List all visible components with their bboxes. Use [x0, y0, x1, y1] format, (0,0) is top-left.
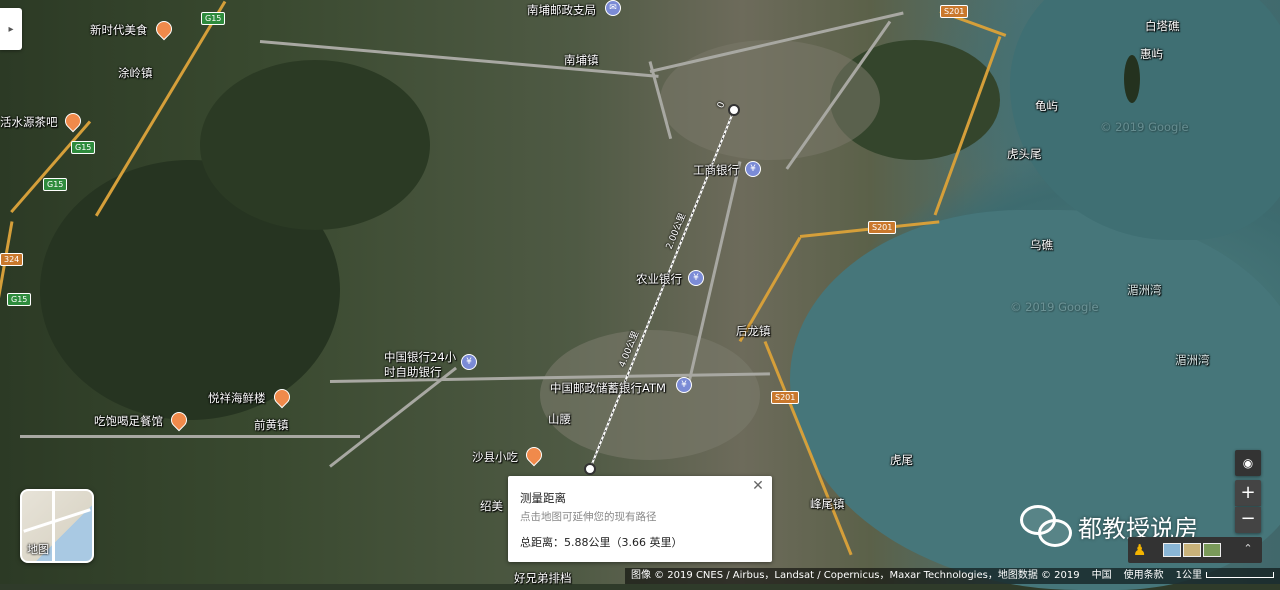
chevron-right-icon: ▸: [8, 23, 14, 35]
region-link[interactable]: 中国: [1085, 568, 1118, 584]
place-label[interactable]: 沙县小吃: [472, 449, 518, 465]
layer-label: 地图: [27, 543, 49, 556]
imagery-credit: 图像 © 2019 CNES / Airbus，Landsat / Copern…: [624, 568, 1086, 584]
place-label[interactable]: 湄洲湾: [1175, 352, 1210, 368]
scale-label: 1公里: [1175, 570, 1202, 581]
place-label[interactable]: 活水源茶吧: [0, 114, 58, 130]
total-distance: 总距离：5.88公里（3.66 英里）: [520, 536, 683, 549]
measure-end-point: [584, 463, 596, 475]
place-label[interactable]: 前黄镇: [254, 417, 289, 433]
place-label[interactable]: 惠屿: [1140, 46, 1163, 62]
place-label[interactable]: 南埔镇: [564, 52, 599, 68]
close-icon[interactable]: ✕: [750, 478, 766, 494]
place-label[interactable]: 农业银行: [636, 271, 682, 287]
place-label[interactable]: 龟屿: [1035, 98, 1058, 114]
place-label[interactable]: 乌礁: [1030, 237, 1053, 253]
highway-shield: S201: [940, 5, 969, 18]
scale-bar: [1206, 572, 1274, 578]
highway-shield: G15: [201, 12, 226, 25]
google-watermark: © 2019 Google: [1010, 300, 1099, 314]
place-label[interactable]: 湄洲湾: [1127, 282, 1162, 298]
google-watermark: © 2019 Google: [1100, 120, 1189, 134]
photo-thumbnail[interactable]: [1163, 543, 1181, 557]
pegman-icon[interactable]: ♟: [1133, 541, 1149, 559]
terms-link[interactable]: 使用条款: [1117, 568, 1170, 584]
highway-shield: G15: [43, 178, 68, 191]
place-label[interactable]: 涂岭镇: [118, 65, 153, 81]
scale-indicator[interactable]: 1公里: [1169, 568, 1280, 584]
place-label[interactable]: 虎尾: [890, 452, 913, 468]
highway-shield: S201: [771, 391, 800, 404]
bank-pin-icon[interactable]: ¥: [688, 270, 704, 286]
place-label[interactable]: 新时代美食: [90, 22, 148, 38]
photo-thumbnail[interactable]: [1203, 543, 1221, 557]
sidebar-toggle-button[interactable]: ▸: [0, 8, 22, 50]
bank-pin-icon[interactable]: ¥: [676, 377, 692, 393]
highway-shield: 324: [0, 253, 24, 266]
my-location-icon[interactable]: ◉: [1235, 450, 1261, 476]
highway-shield: S201: [868, 221, 897, 234]
place-label[interactable]: 虎头尾: [1007, 146, 1042, 162]
measure-start-point: [728, 104, 740, 116]
place-label[interactable]: 工商银行: [693, 162, 739, 178]
thumbnail-road: [23, 508, 91, 533]
place-label[interactable]: 峰尾镇: [810, 496, 845, 512]
bank-pin-icon[interactable]: ¥: [461, 354, 477, 370]
thumbnail-road: [52, 491, 55, 561]
wechat-icon: [1020, 505, 1072, 547]
card-title: 测量距离: [520, 491, 566, 505]
place-label[interactable]: 悦祥海鲜楼: [208, 390, 266, 406]
card-hint: 点击地图可延伸您的现有路径: [520, 511, 657, 523]
chat-bubble: [1038, 519, 1072, 547]
measure-distance-card: 测量距离 点击地图可延伸您的现有路径 总距离：5.88公里（3.66 英里） ✕: [508, 476, 772, 562]
attribution-bar: 图像 © 2019 CNES / Airbus，Landsat / Copern…: [0, 568, 1280, 584]
place-label[interactable]: 绍美: [480, 498, 503, 514]
place-label[interactable]: 后龙镇: [736, 323, 771, 339]
zoom-out-button[interactable]: −: [1235, 507, 1261, 533]
place-label[interactable]: 白塔礁: [1145, 18, 1180, 34]
photo-thumbnail[interactable]: [1183, 543, 1201, 557]
bank-pin-icon[interactable]: ¥: [745, 161, 761, 177]
place-label[interactable]: 中国邮政储蓄银行ATM: [550, 380, 666, 396]
map-layer-switch[interactable]: 地图: [20, 489, 94, 563]
highway-shield: G15: [71, 141, 96, 154]
zoom-in-button[interactable]: +: [1235, 480, 1261, 506]
place-label[interactable]: 山腰: [548, 411, 571, 427]
highway-shield: G15: [7, 293, 32, 306]
place-label[interactable]: 南埔邮政支局: [527, 2, 596, 18]
place-label[interactable]: 中国银行24小时自助银行: [384, 350, 460, 380]
post-office-pin-icon[interactable]: ✉: [605, 0, 621, 16]
place-label[interactable]: 吃饱喝足餐馆: [94, 413, 163, 429]
expand-icon[interactable]: ⌃: [1240, 541, 1256, 557]
